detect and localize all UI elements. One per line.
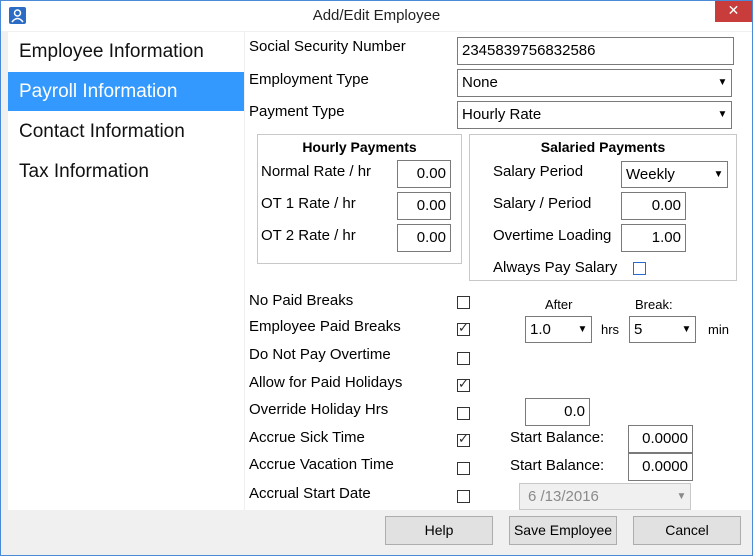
hourly-payments-title: Hourly Payments bbox=[302, 139, 417, 155]
salary-per-period-label: Salary / Period bbox=[493, 195, 592, 212]
no-paid-breaks-label: No Paid Breaks bbox=[249, 292, 354, 309]
checkmark-icon: ✓ bbox=[458, 432, 469, 447]
accrue-sick-time-label: Accrue Sick Time bbox=[249, 429, 365, 446]
checkmark-icon: ✓ bbox=[458, 377, 469, 392]
normal-rate-input[interactable]: 0.00 bbox=[397, 160, 451, 188]
chevron-down-icon: ▼ bbox=[681, 324, 692, 335]
accrual-start-date-label: Accrual Start Date bbox=[249, 485, 371, 502]
do-not-pay-overtime-label: Do Not Pay Overtime bbox=[249, 346, 391, 363]
override-holiday-hrs-checkbox[interactable] bbox=[457, 407, 470, 420]
accrue-vacation-time-checkbox[interactable] bbox=[457, 462, 470, 475]
checkmark-icon: ✓ bbox=[458, 321, 469, 336]
sidebar: Employee Information Payroll Information… bbox=[8, 32, 244, 510]
accrue-sick-time-checkbox[interactable]: ✓ bbox=[457, 432, 470, 447]
override-holiday-hrs-label: Override Holiday Hrs bbox=[249, 401, 389, 418]
close-button[interactable]: ✕ bbox=[715, 1, 752, 22]
sidebar-item-contact-information[interactable]: Contact Information bbox=[8, 112, 244, 151]
break-length-value: 5 bbox=[634, 321, 643, 338]
break-label: Break: bbox=[635, 297, 673, 312]
employee-paid-breaks-checkbox[interactable]: ✓ bbox=[457, 321, 470, 336]
salaried-payments-group: Salaried Payments Salary Period Weekly ▼… bbox=[469, 134, 737, 281]
vacation-start-balance-label: Start Balance: bbox=[510, 457, 605, 474]
sidebar-item-payroll-information[interactable]: Payroll Information bbox=[8, 72, 244, 111]
ssn-input[interactable]: 2345839756832586 bbox=[457, 37, 734, 65]
vacation-start-balance-input[interactable]: 0.0000 bbox=[628, 453, 693, 481]
salary-period-select[interactable]: Weekly ▼ bbox=[621, 161, 728, 188]
payroll-information-panel: Social Security Number 2345839756832586 … bbox=[245, 32, 752, 510]
chevron-down-icon: ▼ bbox=[717, 77, 728, 88]
salary-per-period-input[interactable]: 0.00 bbox=[621, 192, 686, 220]
accrue-vacation-time-label: Accrue Vacation Time bbox=[249, 456, 394, 473]
after-label: After bbox=[545, 297, 573, 312]
payment-type-value: Hourly Rate bbox=[462, 106, 542, 123]
hrs-label: hrs bbox=[601, 322, 620, 337]
always-pay-salary-checkbox[interactable] bbox=[633, 262, 646, 275]
allow-paid-holidays-checkbox[interactable]: ✓ bbox=[457, 377, 470, 392]
chevron-down-icon: ▼ bbox=[577, 324, 588, 335]
salaried-payments-title: Salaried Payments bbox=[540, 139, 666, 155]
min-label: min bbox=[708, 322, 729, 337]
no-paid-breaks-checkbox[interactable] bbox=[457, 296, 470, 309]
overtime-loading-label: Overtime Loading bbox=[493, 227, 612, 244]
employment-type-value: None bbox=[462, 74, 498, 91]
break-after-value: 1.0 bbox=[530, 321, 551, 338]
ot1-rate-label: OT 1 Rate / hr bbox=[261, 195, 356, 212]
save-employee-button[interactable]: Save Employee bbox=[509, 516, 617, 545]
sick-start-balance-label: Start Balance: bbox=[510, 429, 605, 446]
ot2-rate-label: OT 2 Rate / hr bbox=[261, 227, 356, 244]
payment-type-select[interactable]: Hourly Rate ▼ bbox=[457, 101, 732, 129]
hourly-payments-group: Hourly Payments Normal Rate / hr 0.00 OT… bbox=[257, 134, 462, 264]
accrual-start-date-value: 6 /13/2016 bbox=[528, 488, 599, 505]
accrual-start-date-checkbox[interactable] bbox=[457, 490, 470, 503]
allow-paid-holidays-label: Allow for Paid Holidays bbox=[249, 374, 403, 391]
do-not-pay-overtime-checkbox[interactable] bbox=[457, 352, 470, 365]
override-holiday-hrs-input[interactable]: 0.0 bbox=[525, 398, 590, 426]
chevron-down-icon: ▼ bbox=[713, 169, 724, 180]
employment-type-select[interactable]: None ▼ bbox=[457, 69, 732, 97]
cancel-button[interactable]: Cancel bbox=[633, 516, 741, 545]
sick-start-balance-input[interactable]: 0.0000 bbox=[628, 425, 693, 453]
overtime-loading-input[interactable]: 1.00 bbox=[621, 224, 686, 252]
sidebar-item-employee-information[interactable]: Employee Information bbox=[8, 32, 244, 71]
window-title: Add/Edit Employee bbox=[312, 7, 441, 24]
break-length-select[interactable]: 5 ▼ bbox=[629, 316, 696, 343]
ot2-rate-input[interactable]: 0.00 bbox=[397, 224, 451, 252]
title-bar[interactable]: Add/Edit Employee ✕ bbox=[1, 1, 752, 31]
normal-rate-label: Normal Rate / hr bbox=[261, 163, 372, 180]
chevron-down-icon: ▼ bbox=[676, 491, 687, 502]
sidebar-item-tax-information[interactable]: Tax Information bbox=[8, 152, 244, 191]
payment-type-label: Payment Type bbox=[249, 103, 345, 120]
employee-paid-breaks-label: Employee Paid Breaks bbox=[249, 318, 401, 335]
help-button[interactable]: Help bbox=[385, 516, 493, 545]
accrual-start-date-picker[interactable]: 6 /13/2016 ▼ bbox=[519, 483, 691, 510]
ot1-rate-input[interactable]: 0.00 bbox=[397, 192, 451, 220]
chevron-down-icon: ▼ bbox=[717, 109, 728, 120]
salary-period-value: Weekly bbox=[626, 166, 675, 183]
salary-period-label: Salary Period bbox=[493, 163, 584, 180]
break-after-select[interactable]: 1.0 ▼ bbox=[525, 316, 592, 343]
footer-bar: Help Save Employee Cancel bbox=[1, 510, 752, 555]
employment-type-label: Employment Type bbox=[249, 71, 369, 88]
ssn-label: Social Security Number bbox=[249, 38, 406, 55]
always-pay-salary-label: Always Pay Salary bbox=[493, 259, 618, 276]
add-edit-employee-window: Add/Edit Employee ✕ Employee Information… bbox=[0, 0, 753, 556]
